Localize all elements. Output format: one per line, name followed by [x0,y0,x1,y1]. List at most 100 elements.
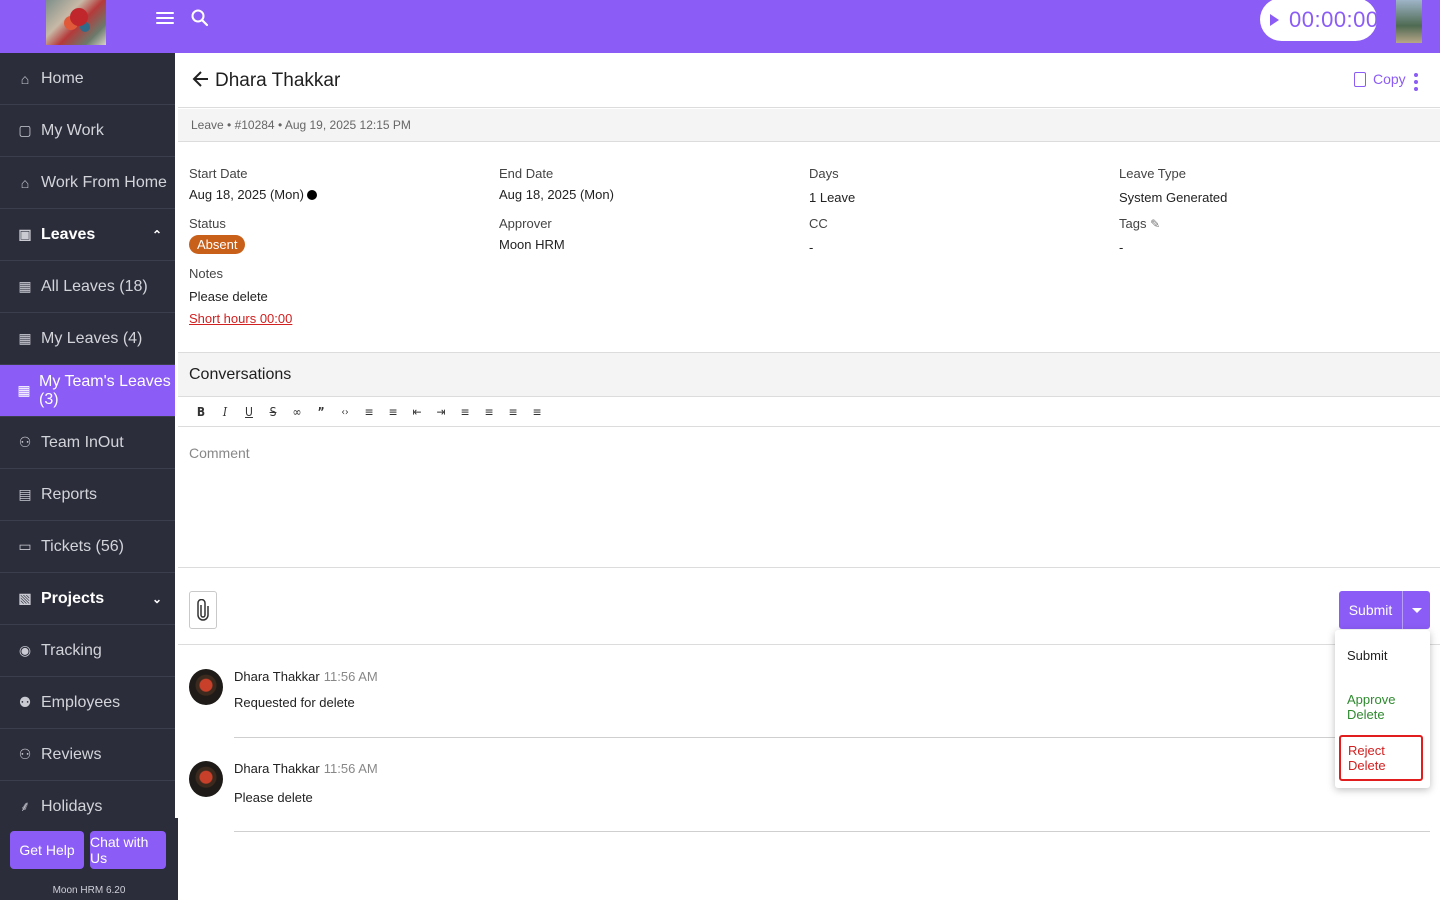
divider [234,737,1430,738]
chat-with-us-button[interactable]: Chat with Us [90,831,166,869]
employees-icon: ⚉ [18,694,32,710]
calendar-icon: ▣ [18,226,32,242]
paperclip-icon [197,599,209,621]
sidebar-item-label: My Team's Leaves (3) [38,372,171,408]
end-date-label: End Date [499,166,554,181]
sidebar-section-leaves[interactable]: ▣ Leaves ⌃ [0,209,175,261]
more-options-icon[interactable] [1414,73,1418,91]
report-icon: ▤ [18,486,32,502]
menu-item-approve-delete[interactable]: Approve Delete [1335,685,1430,729]
submit-dropdown-toggle[interactable] [1402,591,1430,629]
align-left-icon[interactable]: ≡ [453,403,477,421]
menu-item-reject-delete[interactable]: Reject Delete [1339,735,1423,781]
days-value: 1 Leave [809,190,856,205]
avatar [189,761,223,797]
palm-icon: ⸙ [19,798,31,814]
sidebar-item-label: Reports [41,485,98,503]
sidebar-item-all-leaves[interactable]: ▦ All Leaves (18) [0,261,175,313]
sidebar-item-label: Leaves [41,225,96,243]
bold-icon[interactable]: B [189,403,213,421]
status-label: Status [189,216,226,231]
sidebar-item-home[interactable]: ⌂ Home [0,53,175,105]
submit-split-button: Submit [1339,591,1430,629]
attachment-button[interactable] [189,591,217,629]
sidebar-item-label: Home [41,69,84,87]
divider [234,831,1430,832]
sidebar-item-employees[interactable]: ⚉ Employees [0,677,175,729]
briefcase-icon: ▢ [18,122,32,138]
avatar [189,669,223,705]
sidebar-item-label: My Leaves (4) [41,329,143,347]
back-arrow-icon[interactable] [192,69,210,89]
submit-button[interactable]: Submit [1339,591,1402,629]
edit-pencil-icon[interactable]: ✎ [1150,217,1160,231]
align-right-icon[interactable]: ≡ [501,403,525,421]
main-content: Dhara Thakkar Copy Leave • #10284 • Aug … [178,53,1440,900]
sidebar-item-label: Reviews [41,745,102,763]
timer-value: 00:00:00 [1289,6,1379,32]
sidebar-item-reports[interactable]: ▤ Reports [0,469,175,521]
status-field: Status Absent [189,216,246,254]
sidebar-item-my-work[interactable]: ▢ My Work [0,105,175,157]
cc-label: CC [809,216,828,231]
company-logo[interactable] [46,0,106,45]
sidebar-item-reviews[interactable]: ⚇ Reviews [0,729,175,781]
align-center-icon[interactable]: ≡ [477,403,501,421]
get-help-button[interactable]: Get Help [10,831,84,869]
timer-button[interactable]: 00:00:00 [1260,0,1379,41]
underline-icon[interactable]: U [237,403,261,421]
tags-value: - [1119,240,1124,255]
outdent-icon[interactable]: ⇤ [405,403,429,421]
sidebar-section-projects[interactable]: ▧ Projects ⌄ [0,573,175,625]
quote-icon[interactable]: ” [309,403,333,421]
ticket-icon: ▭ [18,538,32,554]
reviews-icon: ⚇ [18,746,32,762]
days-field: Days 1 Leave [809,166,855,205]
sidebar-item-label: All Leaves (18) [41,277,148,295]
sidebar-item-tracking[interactable]: ◉ Tracking [0,625,175,677]
start-date-label: Start Date [189,166,248,181]
align-justify-icon[interactable]: ≡ [525,403,549,421]
sidebar-item-label: Team InOut [41,433,124,451]
short-hours-link[interactable]: Short hours 00:00 [189,311,292,326]
top-bar: 00:00:00 [0,0,1440,53]
sidebar-item-work-from-home[interactable]: ⌂ Work From Home [0,157,175,209]
days-label: Days [809,166,839,181]
approver-field: Approver Moon HRM [499,216,565,252]
indent-icon[interactable]: ⇥ [429,403,453,421]
sidebar-item-my-teams-leaves[interactable]: ▦ My Team's Leaves (3) [0,365,175,417]
page-header: Dhara Thakkar Copy [178,53,1440,108]
leave-type-field: Leave Type System Generated [1119,166,1227,205]
home-icon: ⌂ [20,70,30,87]
sidebar: ⌂ Home ▢ My Work ⌂ Work From Home ▣ Leaves ⌃ … [0,53,175,818]
house-icon: ⌂ [20,174,30,191]
tags-label: Tags ✎ [1119,216,1161,231]
comment-editor[interactable]: Comment [178,428,1440,568]
leave-type-label: Leave Type [1119,166,1186,181]
caret-down-icon [1411,607,1422,613]
page-title: Dhara Thakkar [215,70,341,91]
start-date-value: Aug 18, 2025 (Mon) [189,187,317,202]
sidebar-item-holidays[interactable]: ⸙ Holidays [0,781,175,818]
menu-item-submit[interactable]: Submit [1335,633,1430,677]
copy-button[interactable]: Copy [1354,71,1406,87]
strikethrough-icon[interactable]: S [261,403,285,421]
ordered-list-icon[interactable]: ≡ [357,403,381,421]
copy-label: Copy [1373,71,1406,87]
approver-value: Moon HRM [499,237,565,252]
bullet-list-icon[interactable]: ≡ [381,403,405,421]
sidebar-item-label: Holidays [41,797,103,815]
sidebar-item-label: Tracking [41,641,102,659]
italic-icon[interactable]: I [213,403,237,421]
sidebar-item-tickets[interactable]: ▭ Tickets (56) [0,521,175,573]
hamburger-menu-icon[interactable] [156,10,174,26]
sidebar-item-team-inout[interactable]: ⚇ Team InOut [0,417,175,469]
code-icon[interactable]: ‹› [333,403,357,421]
calendar-icon: ▦ [18,330,32,346]
sidebar-item-my-leaves[interactable]: ▦ My Leaves (4) [0,313,175,365]
link-icon[interactable]: ∞ [285,403,309,421]
tracking-icon: ◉ [18,642,32,658]
search-icon[interactable] [190,8,210,28]
approver-label: Approver [499,216,552,231]
user-avatar[interactable] [1396,0,1422,43]
